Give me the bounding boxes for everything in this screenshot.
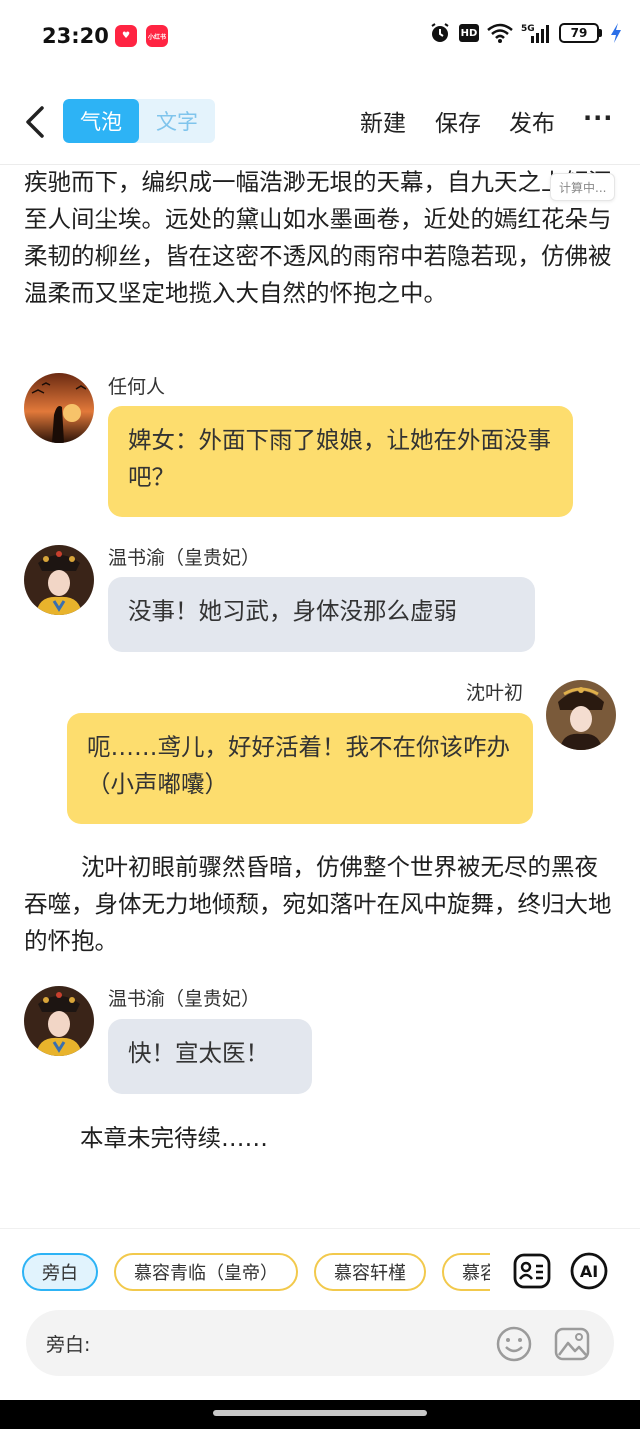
system-navigation-bar	[0, 1400, 640, 1429]
image-icon	[554, 1327, 590, 1361]
status-bar: 23:20 ♥ 小红书 HD 5G 79	[0, 0, 640, 74]
calculating-tag: 计算中...	[550, 173, 616, 201]
speaker-name: 温书渝（皇贵妃）	[108, 547, 261, 569]
status-time: 23:20	[42, 24, 109, 48]
speaker-name: 任何人	[108, 376, 166, 398]
speaker-name: 沈叶初	[466, 682, 524, 704]
message-bubble[interactable]: 没事！她习武，身体没那么虚弱	[108, 577, 535, 652]
chapter-ending[interactable]: 本章未完待续……	[80, 1120, 480, 1157]
avatar-wenshuyu[interactable]	[24, 986, 94, 1056]
mode-text-tab[interactable]: 文字	[139, 99, 215, 143]
back-button[interactable]	[18, 102, 52, 142]
new-button[interactable]: 新建	[360, 104, 406, 138]
battery-icon: 79	[559, 23, 602, 43]
svg-text:AI: AI	[580, 1262, 598, 1281]
chip-character[interactable]: 慕容	[442, 1253, 490, 1291]
status-icons: HD 5G 79	[429, 22, 622, 44]
character-chip-list: 旁白 慕容青临（皇帝） 慕容轩槿 慕容	[22, 1253, 490, 1293]
narration-paragraph[interactable]: 疾驰而下，编织成一幅浩渺无垠的天幕，自九天之上倾泻至人间尘埃。远处的黛山如水墨画…	[24, 164, 616, 312]
ai-button[interactable]: AI	[569, 1251, 609, 1291]
message-bubble[interactable]: 快！宣太医！	[108, 1019, 312, 1094]
xiaohongshu-app-icon: 小红书	[146, 25, 168, 47]
contact-card-icon	[513, 1253, 551, 1289]
message-bubble[interactable]: 婢女：外面下雨了娘娘，让她在外面没事吧？	[108, 406, 573, 517]
input-role-label: 旁白:	[46, 1334, 91, 1356]
editor-toolbar: 气泡 文字 新建 保存 发布 ···	[0, 90, 640, 154]
mode-bubble-tab[interactable]: 气泡	[63, 99, 139, 143]
signal-5g-icon: 5G	[521, 22, 551, 44]
character-card-button[interactable]	[512, 1251, 552, 1291]
image-button[interactable]	[553, 1325, 591, 1363]
hd-icon: HD	[459, 24, 479, 42]
message-input[interactable]	[104, 1324, 484, 1362]
chip-narrator[interactable]: 旁白	[22, 1253, 98, 1291]
save-button[interactable]: 保存	[435, 104, 481, 138]
mode-toggle: 气泡 文字	[63, 99, 215, 143]
avatar-renheren[interactable]	[24, 373, 94, 443]
avatar-wenshuyu[interactable]	[24, 545, 94, 615]
emoji-button[interactable]	[495, 1325, 533, 1363]
svg-text:5G: 5G	[521, 24, 535, 34]
chip-character[interactable]: 慕容轩槿	[314, 1253, 426, 1291]
message-bubble[interactable]: 呃……鸢儿，好好活着！我不在你该咋办（小声嘟囔）	[67, 713, 533, 824]
smiley-icon	[496, 1326, 532, 1362]
avatar-shenyechu[interactable]	[546, 680, 616, 750]
home-indicator[interactable]	[213, 1410, 427, 1416]
narration-paragraph[interactable]: 沈叶初眼前骤然昏暗，仿佛整个世界被无尽的黑夜吞噬，身体无力地倾颓，宛如落叶在风中…	[24, 849, 616, 960]
chevron-left-icon	[26, 106, 44, 138]
charging-icon	[610, 22, 622, 44]
ai-icon: AI	[570, 1252, 608, 1290]
alarm-icon	[429, 22, 451, 44]
more-options-button[interactable]: ···	[583, 104, 613, 132]
app-heart-icon: ♥	[115, 25, 137, 47]
speaker-name: 温书渝（皇贵妃）	[108, 988, 261, 1010]
chip-character[interactable]: 慕容青临（皇帝）	[114, 1253, 298, 1291]
publish-button[interactable]: 发布	[509, 104, 555, 138]
wifi-icon	[487, 23, 513, 43]
message-input-bar: 旁白:	[26, 1310, 614, 1376]
